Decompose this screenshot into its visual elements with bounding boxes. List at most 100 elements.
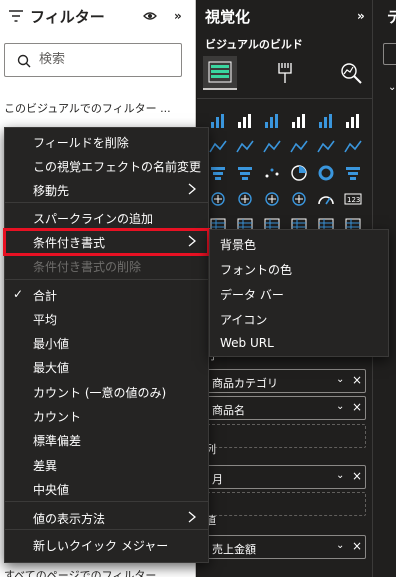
submenu-item-0[interactable]: 背景色	[210, 232, 388, 256]
chevron-right-icon	[188, 235, 196, 247]
context-menu-item-label: 値の表示方法	[33, 512, 106, 526]
context-menu-item-5: 条件付き書式の削除	[5, 254, 208, 278]
filled-map-icon[interactable]	[231, 186, 258, 212]
viz-divider	[197, 98, 372, 99]
analytics-tab[interactable]	[334, 56, 368, 90]
ribbon-icon[interactable]	[339, 134, 366, 160]
section-visual-filters[interactable]: このビジュアルでのフィルター ...	[4, 100, 171, 116]
treemap-icon[interactable]	[339, 160, 366, 186]
100-column-icon[interactable]	[339, 108, 366, 134]
columns-drop-zone[interactable]	[205, 492, 366, 516]
data-search-box[interactable]	[383, 43, 396, 65]
gallery-row	[204, 160, 368, 186]
stacked-area-icon[interactable]	[258, 134, 285, 160]
filter-pane-title: フィルター	[30, 8, 105, 26]
arcgis-icon[interactable]	[285, 186, 312, 212]
context-menu-item-1[interactable]: この視覚エフェクトの名前変更	[5, 154, 208, 178]
values-field-1-label: 売上金額	[212, 543, 256, 556]
submenu-item-1[interactable]: フォントの色	[210, 257, 388, 281]
visualizations-pane-title: 視覚化	[205, 8, 251, 26]
context-menu-item-3[interactable]: スパークラインの追加	[5, 206, 208, 230]
columns-field-1-label: 月	[212, 473, 223, 486]
submenu-item-label: 背景色	[220, 238, 257, 252]
eye-icon[interactable]	[143, 10, 157, 22]
remove-icon[interactable]: ×	[352, 400, 362, 414]
context-menu-item-label: スパークラインの追加	[33, 212, 154, 226]
format-visual-tab[interactable]	[269, 56, 303, 90]
100-bar-icon[interactable]	[312, 108, 339, 134]
context-menu-item-label: カウント	[33, 410, 82, 424]
submenu-item-label: Web URL	[220, 336, 274, 350]
context-menu-item-label: 新しいクイック メジャー	[33, 539, 169, 553]
collapse-viz-pane-icon[interactable]: »	[357, 9, 365, 23]
submenu-item-2[interactable]: データ バー	[210, 282, 388, 306]
context-menu-item-15[interactable]: 値の表示方法	[5, 506, 208, 530]
context-menu-item-4[interactable]: 条件付き書式	[3, 228, 210, 256]
submenu-item-3[interactable]: アイコン	[210, 307, 388, 331]
context-menu-item-label: 条件付き書式の削除	[33, 260, 142, 274]
donut-icon[interactable]	[312, 160, 339, 186]
area-icon[interactable]	[231, 134, 258, 160]
line-column2-icon[interactable]	[312, 134, 339, 160]
context-menu-item-label: フィールドを削除	[33, 136, 129, 150]
funnel-icon[interactable]	[231, 160, 258, 186]
stacked-column-icon[interactable]	[231, 108, 258, 134]
context-menu-item-label: 条件付き書式	[33, 236, 106, 250]
context-menu-item-6[interactable]: ✓ 合計	[5, 283, 208, 307]
chevron-down-icon[interactable]: ⌄	[336, 540, 344, 551]
section-all-pages-filters[interactable]: すべてのページでのフィルター ...	[4, 567, 170, 577]
scatter-icon[interactable]	[258, 160, 285, 186]
context-menu-item-12[interactable]: 標準偏差	[5, 428, 208, 452]
chevron-down-icon[interactable]: ⌄	[336, 470, 344, 481]
clustered-bar-icon[interactable]	[258, 108, 285, 134]
context-menu-item-2[interactable]: 移動先	[5, 178, 208, 202]
svg-text:123: 123	[347, 196, 360, 204]
chevron-down-icon[interactable]: ⌄	[388, 82, 396, 93]
chevron-right-icon	[188, 511, 196, 523]
rows-field-1[interactable]: 商品カテゴリ ⌄ ×	[205, 369, 366, 393]
context-menu-item-label: 移動先	[33, 184, 70, 198]
context-menu-item-label: 合計	[33, 289, 58, 303]
rows-drop-zone[interactable]	[205, 424, 366, 448]
context-menu-item-11[interactable]: カウント	[5, 404, 208, 428]
collapse-filter-pane-icon[interactable]: »	[174, 9, 182, 23]
submenu-item-4[interactable]: Web URL	[210, 332, 388, 356]
remove-icon[interactable]: ×	[352, 539, 362, 553]
chevron-right-icon	[188, 183, 196, 195]
card-icon[interactable]: 123	[339, 186, 366, 212]
rows-field-2-label: 商品名	[212, 404, 245, 417]
pie-icon[interactable]	[285, 160, 312, 186]
context-menu-item-13[interactable]: 差異	[5, 453, 208, 477]
build-visual-tab[interactable]	[203, 56, 237, 90]
analytics-magnifier-icon	[341, 63, 362, 84]
context-menu-item-16[interactable]: 新しいクイック メジャー	[5, 533, 208, 557]
chevron-down-icon[interactable]: ⌄	[336, 374, 344, 385]
filter-search-input[interactable]	[39, 52, 169, 67]
rows-field-2[interactable]: 商品名 ⌄ ×	[205, 396, 366, 420]
values-field-1[interactable]: 売上金額 ⌄ ×	[205, 535, 366, 559]
gallery-row	[204, 134, 368, 160]
context-menu-item-label: 最大値	[33, 361, 70, 375]
rows-field-1-label: 商品カテゴリ	[212, 377, 278, 390]
context-menu-item-8[interactable]: 最小値	[5, 331, 208, 355]
context-menu-item-10[interactable]: カウント (一意の値のみ)	[5, 380, 208, 404]
search-icon	[17, 54, 31, 68]
context-menu-item-14[interactable]: 中央値	[5, 477, 208, 501]
menu-separator	[5, 501, 208, 502]
context-menu-item-7[interactable]: 平均	[5, 307, 208, 331]
context-menu-item-label: 平均	[33, 313, 58, 327]
context-menu-item-9[interactable]: 最大値	[5, 355, 208, 379]
gauge-icon[interactable]	[312, 186, 339, 212]
context-menu-item-0[interactable]: フィールドを削除	[5, 130, 208, 154]
remove-icon[interactable]: ×	[352, 469, 362, 483]
filter-search-box[interactable]	[4, 43, 182, 77]
azure-map-icon[interactable]	[258, 186, 285, 212]
submenu-item-label: データ バー	[220, 288, 284, 302]
columns-field-1[interactable]: 月 ⌄ ×	[205, 465, 366, 489]
clustered-column-icon[interactable]	[285, 108, 312, 134]
checkmark-icon: ✓	[13, 287, 24, 301]
context-menu-item-label: 差異	[33, 459, 58, 473]
line-column-icon[interactable]	[285, 134, 312, 160]
chevron-down-icon[interactable]: ⌄	[336, 401, 344, 412]
remove-icon[interactable]: ×	[352, 373, 362, 387]
